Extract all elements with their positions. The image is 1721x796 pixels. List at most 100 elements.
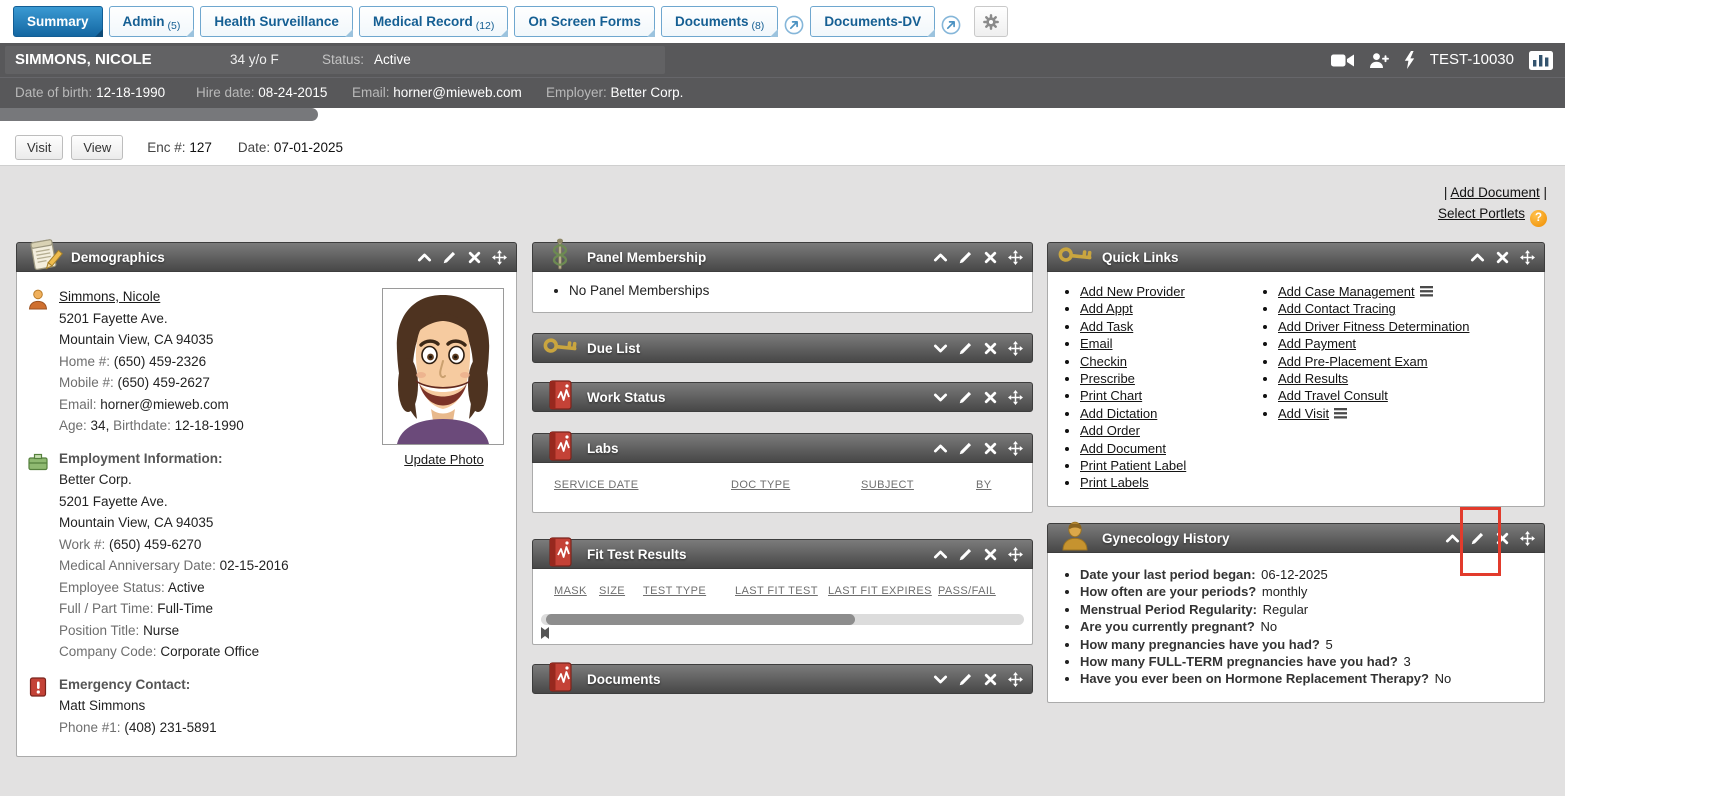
move-icon[interactable]: [1008, 547, 1023, 562]
fit-test-column-header[interactable]: LAST FIT TEST: [735, 585, 818, 597]
lightning-icon[interactable]: [1404, 51, 1415, 69]
quick-link[interactable]: Checkin: [1080, 354, 1127, 369]
quick-link[interactable]: Add New Provider: [1080, 284, 1185, 299]
labs-column-header[interactable]: DOC TYPE: [731, 479, 790, 491]
quick-link[interactable]: Add Payment: [1278, 336, 1356, 351]
help-icon[interactable]: ?: [1530, 210, 1547, 227]
edit-icon[interactable]: [442, 250, 457, 265]
close-icon[interactable]: [983, 250, 998, 265]
collapse-icon[interactable]: [933, 547, 948, 562]
quick-link[interactable]: Add Results: [1278, 371, 1348, 386]
select-portlets-link[interactable]: Select Portlets: [1438, 206, 1525, 221]
close-icon[interactable]: [467, 250, 482, 265]
tab-documents[interactable]: Documents (8): [661, 6, 778, 37]
move-icon[interactable]: [1008, 672, 1023, 687]
portlet-header-demographics[interactable]: Demographics: [16, 242, 517, 272]
labs-column-header[interactable]: SERVICE DATE: [554, 479, 638, 491]
move-icon[interactable]: [492, 250, 507, 265]
quick-link[interactable]: Add Dictation: [1080, 406, 1157, 421]
close-icon[interactable]: [983, 341, 998, 356]
move-icon[interactable]: [1008, 390, 1023, 405]
edit-icon[interactable]: [958, 390, 973, 405]
view-button[interactable]: View: [71, 135, 123, 160]
move-icon[interactable]: [1008, 441, 1023, 456]
horizontal-scrollbar[interactable]: [541, 611, 1024, 627]
collapse-icon[interactable]: [1470, 250, 1485, 265]
update-photo-link[interactable]: Update Photo: [404, 452, 484, 467]
portlet-header-panel-membership[interactable]: Panel Membership: [532, 242, 1033, 272]
flowsheet-chart-icon[interactable]: [1529, 51, 1553, 70]
close-icon[interactable]: [1495, 531, 1510, 546]
scrollbar-thumb[interactable]: [546, 614, 855, 625]
quick-link[interactable]: Add Contact Tracing: [1278, 301, 1396, 316]
edit-icon[interactable]: [958, 672, 973, 687]
expand-icon[interactable]: [933, 390, 948, 405]
portlet-header-gynecology-history[interactable]: Gynecology History: [1047, 523, 1545, 553]
settings-button[interactable]: [974, 6, 1008, 37]
quick-link[interactable]: Add Pre-Placement Exam: [1278, 354, 1428, 369]
portlet-header-due-list[interactable]: Due List: [532, 333, 1033, 363]
tab-medical-record[interactable]: Medical Record (12): [359, 6, 508, 37]
fit-test-column-header[interactable]: LAST FIT EXPIRES: [828, 585, 932, 597]
video-camera-icon[interactable]: [1331, 53, 1354, 68]
quick-link[interactable]: Add Appt: [1080, 301, 1133, 316]
portlet-header-fit-test-results[interactable]: Fit Test Results: [532, 539, 1033, 569]
move-icon[interactable]: [1520, 250, 1535, 265]
tab-health-surveillance[interactable]: Health Surveillance: [200, 6, 353, 37]
expand-icon[interactable]: [933, 341, 948, 356]
quick-link[interactable]: Add Travel Consult: [1278, 388, 1388, 403]
fit-test-column-header[interactable]: TEST TYPE: [643, 585, 706, 597]
visit-button[interactable]: Visit: [15, 135, 63, 160]
tab-documents-dv[interactable]: Documents-DV: [810, 6, 935, 37]
move-icon[interactable]: [1008, 341, 1023, 356]
portlet-header-work-status[interactable]: Work Status: [532, 382, 1033, 412]
edit-icon[interactable]: [958, 441, 973, 456]
collapse-icon[interactable]: [933, 441, 948, 456]
move-icon[interactable]: [1520, 531, 1535, 546]
edit-icon[interactable]: [1470, 531, 1485, 546]
move-icon[interactable]: [1008, 250, 1023, 265]
close-icon[interactable]: [983, 547, 998, 562]
labs-column-header[interactable]: SUBJECT: [861, 479, 914, 491]
quick-link[interactable]: Add Driver Fitness Determination: [1278, 319, 1469, 334]
scroll-right-icon[interactable]: [541, 627, 549, 639]
portlet-header-labs[interactable]: Labs: [532, 433, 1033, 463]
add-person-icon[interactable]: [1369, 52, 1389, 69]
quick-link[interactable]: Print Chart: [1080, 388, 1142, 403]
fit-test-column-header[interactable]: MASK: [554, 585, 587, 597]
quick-link[interactable]: Prescribe: [1080, 371, 1135, 386]
collapse-icon[interactable]: [417, 250, 432, 265]
open-new-window-icon[interactable]: [784, 15, 804, 35]
portlet-header-documents[interactable]: Documents: [532, 664, 1033, 694]
edit-icon[interactable]: [958, 250, 973, 265]
portlet-header-quick-links[interactable]: Quick Links: [1047, 242, 1545, 272]
quick-link[interactable]: Print Labels: [1080, 475, 1149, 490]
quick-link[interactable]: Add Order: [1080, 423, 1140, 438]
quick-link[interactable]: Add Document: [1080, 441, 1166, 456]
quick-link[interactable]: Add Visit: [1278, 406, 1329, 421]
close-icon[interactable]: [1495, 250, 1510, 265]
patient-name-link[interactable]: Simmons, Nicole: [59, 289, 160, 304]
scrollbar-track[interactable]: [541, 614, 1024, 625]
quick-link[interactable]: Print Patient Label: [1080, 458, 1186, 473]
close-icon[interactable]: [983, 672, 998, 687]
expand-icon[interactable]: [933, 672, 948, 687]
header-scrollbar[interactable]: [0, 108, 318, 121]
fit-test-column-header[interactable]: PASS/FAIL: [938, 585, 996, 597]
collapse-icon[interactable]: [1445, 531, 1460, 546]
collapse-icon[interactable]: [933, 250, 948, 265]
quick-link[interactable]: Add Task: [1080, 319, 1133, 334]
tab-on-screen-forms[interactable]: On Screen Forms: [514, 6, 655, 37]
quick-link[interactable]: Email: [1080, 336, 1113, 351]
fit-test-column-header[interactable]: SIZE: [599, 585, 625, 597]
add-document-link[interactable]: Add Document: [1450, 185, 1539, 200]
open-new-window-icon[interactable]: [941, 15, 961, 35]
quick-link[interactable]: Add Case Management: [1278, 284, 1415, 299]
tab-admin[interactable]: Admin (5): [109, 6, 195, 37]
close-icon[interactable]: [983, 390, 998, 405]
edit-icon[interactable]: [958, 547, 973, 562]
tab-summary[interactable]: Summary: [13, 6, 103, 37]
labs-column-header[interactable]: BY: [976, 479, 991, 491]
edit-icon[interactable]: [958, 341, 973, 356]
close-icon[interactable]: [983, 441, 998, 456]
